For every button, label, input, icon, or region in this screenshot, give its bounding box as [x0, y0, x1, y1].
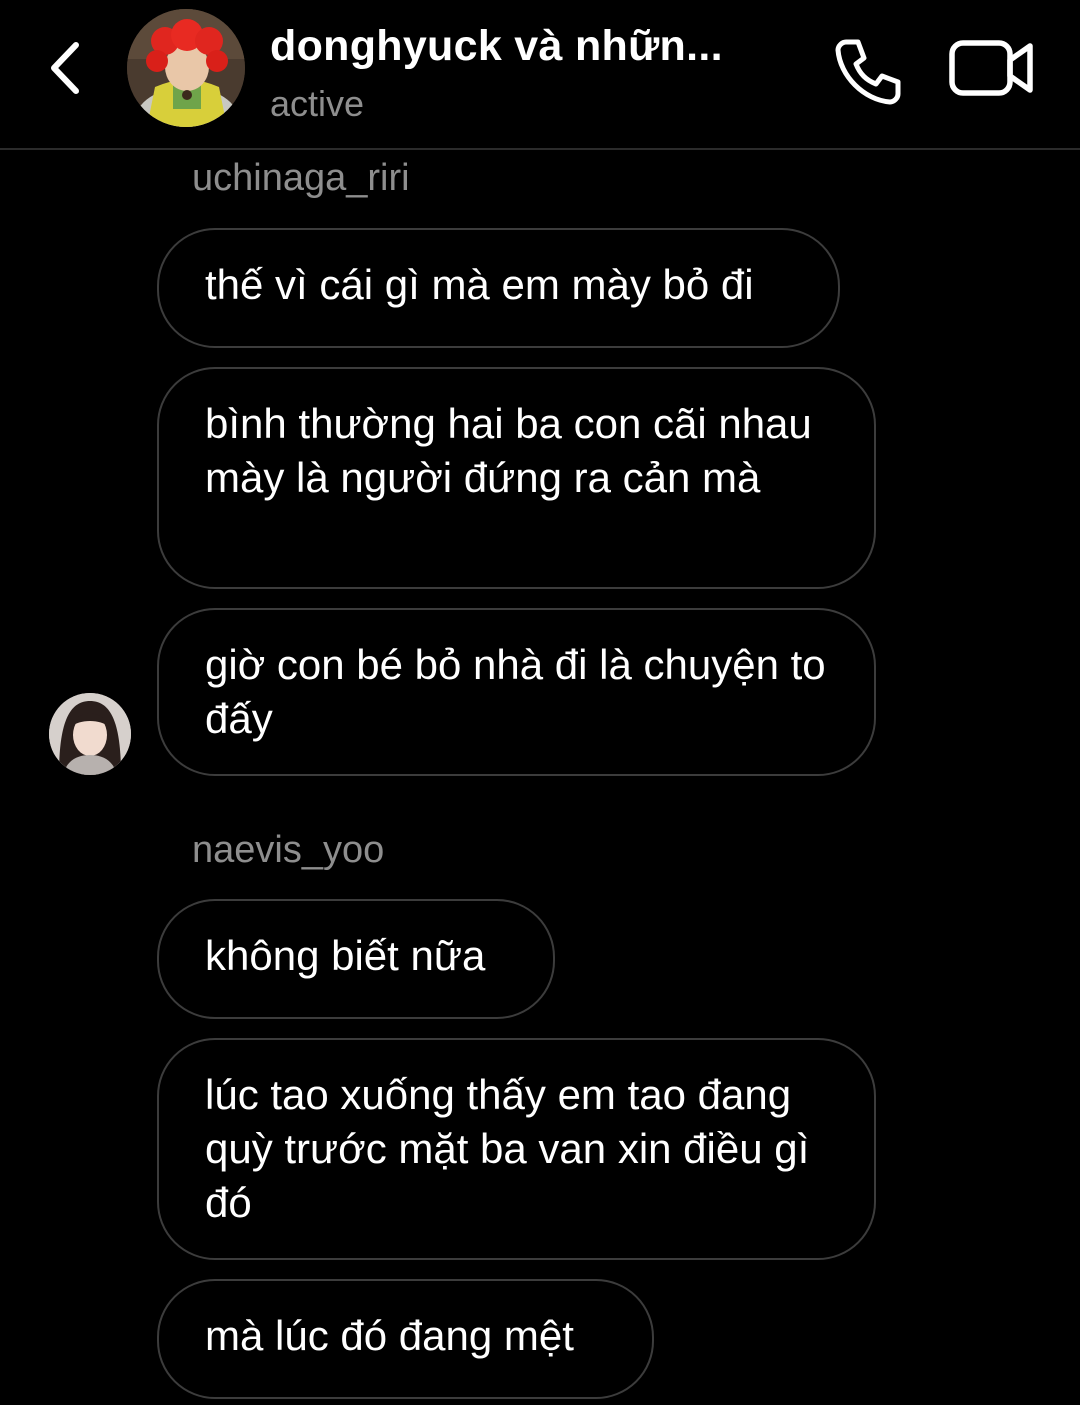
message-bubble[interactable]: bình thường hai ba con cãi nhau mày là n…	[157, 367, 876, 589]
message-text: bình thường hai ba con cãi nhau mày là n…	[205, 400, 812, 501]
active-status: active	[270, 83, 365, 124]
chat-title[interactable]: donghyuck và nhữn...	[270, 20, 810, 72]
video-call-button[interactable]	[948, 38, 1036, 98]
video-camera-icon	[949, 40, 1033, 96]
message-text: lúc tao xuống thấy em tao đang quỳ trước…	[205, 1071, 810, 1226]
group-avatar[interactable]	[127, 9, 245, 127]
back-button[interactable]	[36, 38, 92, 98]
chevron-left-icon	[51, 42, 79, 94]
chat-header: donghyuck và nhữn... active	[0, 0, 1080, 150]
group-avatar-image	[127, 9, 245, 127]
message-bubble[interactable]: lúc tao xuống thấy em tao đang quỳ trước…	[157, 1038, 876, 1260]
sender-name: naevis_yoo	[192, 829, 385, 871]
message-bubble[interactable]: không biết nữa	[157, 899, 555, 1019]
message-bubble[interactable]: giờ con bé bỏ nhà đi là chuyện to đấy	[157, 608, 876, 776]
sender-name: uchinaga_riri	[192, 157, 410, 199]
sender-avatar[interactable]	[49, 693, 131, 775]
message-text: thế vì cái gì mà em mày bỏ đi	[205, 261, 754, 308]
sender-avatar-image	[49, 693, 131, 775]
message-text: giờ con bé bỏ nhà đi là chuyện to đấy	[205, 641, 826, 742]
message-text: không biết nữa	[205, 932, 486, 979]
phone-icon	[835, 39, 901, 105]
message-text: mà lúc đó đang mệt	[205, 1312, 574, 1359]
message-bubble[interactable]: thế vì cái gì mà em mày bỏ đi	[157, 228, 840, 348]
audio-call-button[interactable]	[832, 34, 906, 108]
message-bubble[interactable]: mà lúc đó đang mệt	[157, 1279, 654, 1399]
